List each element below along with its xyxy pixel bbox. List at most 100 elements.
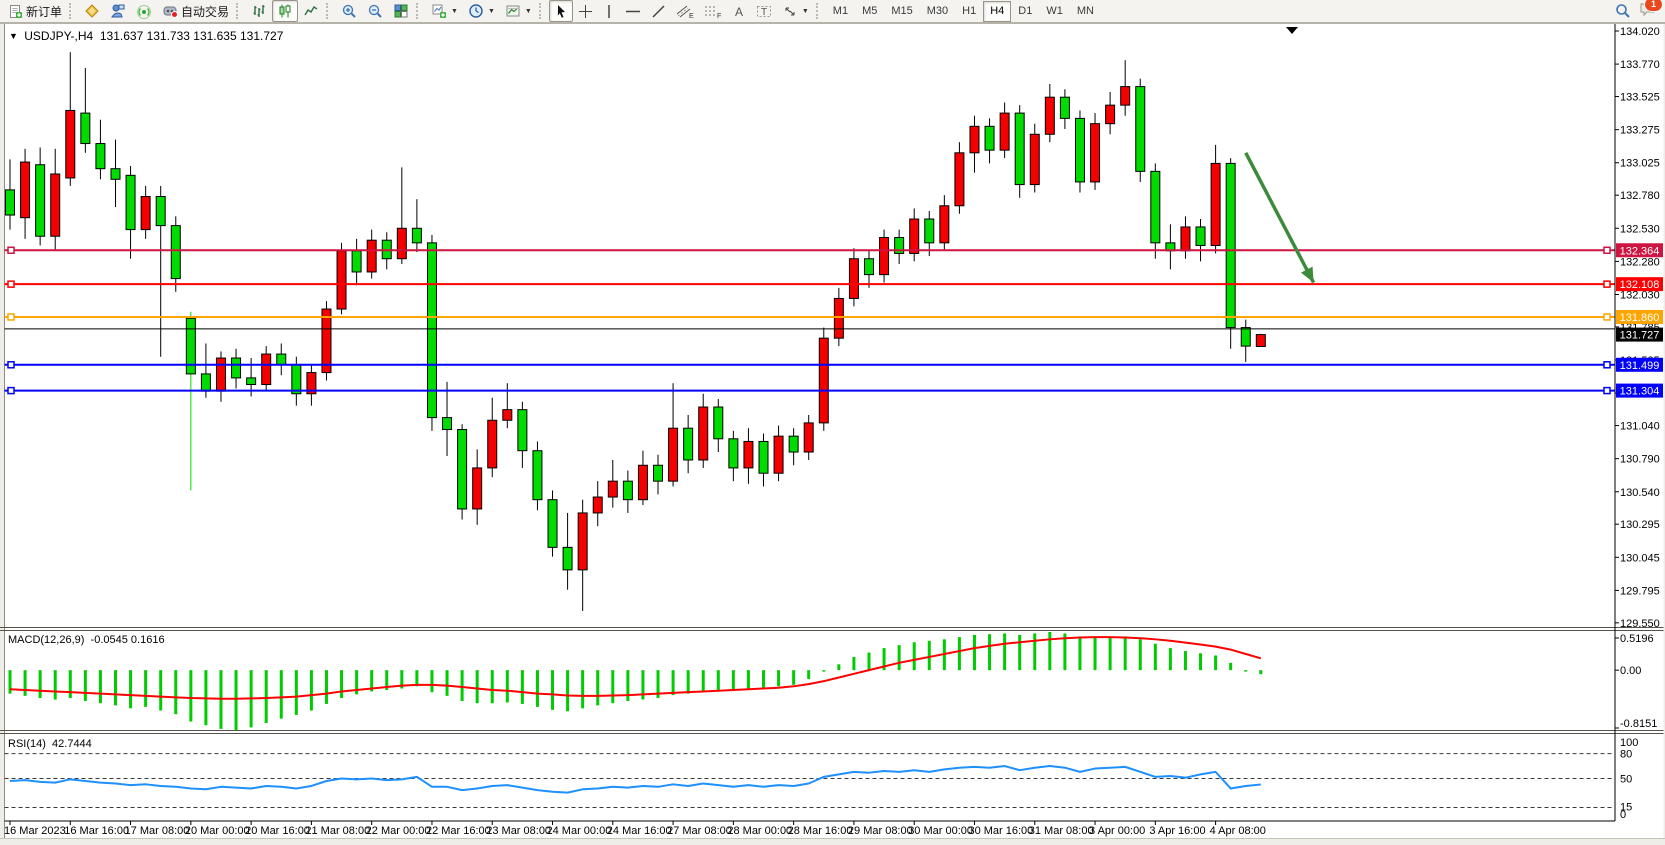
macd-header: MACD(12,26,9) -0.0545 0.1616 [8, 634, 165, 646]
chart-canvas[interactable]: 134.020133.770133.525133.275133.025132.7… [0, 0, 1665, 845]
arrows-tool-button[interactable]: ▼ [777, 0, 814, 22]
svg-text:133.770: 133.770 [1620, 59, 1660, 71]
tab-timeframe-d1[interactable]: D1 [1011, 1, 1039, 22]
tab-timeframe-m30[interactable]: M30 [920, 1, 955, 22]
vertical-line-tool-button[interactable] [598, 0, 620, 22]
bar-chart-type-button[interactable] [246, 0, 272, 22]
svg-text:4 Apr 08:00: 4 Apr 08:00 [1210, 825, 1266, 837]
line-chart-type-button[interactable] [298, 0, 324, 22]
svg-text:T: T [761, 7, 767, 18]
add-indicator-button[interactable]: ▼ [426, 0, 463, 22]
svg-text:130.295: 130.295 [1620, 519, 1660, 531]
notifications-button[interactable]: 1 [1639, 1, 1656, 22]
zoom-in-button[interactable] [336, 0, 362, 22]
symbol-ohlc: 131.637 131.733 131.635 131.727 [100, 29, 284, 43]
market-watch-button[interactable] [79, 0, 105, 22]
new-order-icon [8, 4, 23, 19]
search-icon[interactable] [1615, 3, 1631, 19]
tab-timeframe-mn[interactable]: MN [1070, 1, 1101, 22]
clock-icon [468, 3, 484, 19]
svg-text:0.00: 0.00 [1620, 665, 1641, 677]
gold-ingot-icon [84, 3, 100, 19]
crosshair-tool-button[interactable] [573, 0, 598, 22]
data-window-button[interactable] [105, 0, 131, 22]
crosshair-icon [578, 4, 593, 19]
autotrading-icon [162, 3, 178, 19]
rsi-label: RSI(14) [8, 738, 46, 750]
tab-timeframe-w1[interactable]: W1 [1039, 1, 1070, 22]
svg-text:0: 0 [1620, 809, 1626, 821]
cursor-tool-button[interactable] [549, 0, 573, 22]
new-order-button[interactable]: 新订单 [3, 0, 67, 22]
navigator-button[interactable] [131, 0, 157, 22]
templates-button[interactable]: ▼ [500, 0, 537, 22]
arrow-objects-icon [782, 4, 798, 19]
text-icon: A [732, 4, 746, 19]
zoom-out-button[interactable] [362, 0, 388, 22]
toolbar-grip [816, 3, 822, 19]
svg-text:22 Mar 00:00: 22 Mar 00:00 [366, 825, 431, 837]
svg-text:130.790: 130.790 [1620, 454, 1660, 466]
svg-text:132.530: 132.530 [1620, 223, 1660, 235]
zoom-out-icon [367, 3, 383, 19]
trendline-icon [651, 4, 666, 19]
tile-windows-button[interactable] [388, 0, 414, 22]
autotrading-button[interactable]: 自动交易 [157, 0, 234, 22]
svg-text:133.525: 133.525 [1620, 92, 1660, 104]
tab-timeframe-m1[interactable]: M1 [826, 1, 855, 22]
svg-text:23 Mar 08:00: 23 Mar 08:00 [486, 825, 551, 837]
svg-text:-0.8151: -0.8151 [1620, 718, 1657, 730]
svg-text:24 Mar 16:00: 24 Mar 16:00 [607, 825, 672, 837]
svg-text:131.040: 131.040 [1620, 421, 1660, 433]
svg-text:129.795: 129.795 [1620, 585, 1660, 597]
horizontal-line-tool-button[interactable] [620, 0, 646, 22]
text-label-icon: T [756, 4, 772, 19]
candlestick-chart-type-button[interactable] [272, 0, 298, 22]
zoom-in-icon [341, 3, 357, 19]
macd-label: MACD(12,26,9) [8, 634, 84, 646]
toolbar-grip [69, 3, 75, 19]
svg-text:30 Mar 00:00: 30 Mar 00:00 [908, 825, 973, 837]
svg-text:132.780: 132.780 [1620, 190, 1660, 202]
svg-text:20 Mar 16:00: 20 Mar 16:00 [245, 825, 310, 837]
text-label-tool-button[interactable]: T [751, 0, 777, 22]
periods-button[interactable]: ▼ [463, 0, 500, 22]
collapse-triangle-icon[interactable]: ▼ [9, 31, 18, 41]
svg-text:50: 50 [1620, 774, 1632, 786]
svg-text:131.860: 131.860 [1620, 312, 1660, 324]
svg-text:17 Mar 08:00: 17 Mar 08:00 [125, 825, 190, 837]
fibonacci-tool-button[interactable]: F [699, 0, 727, 22]
trendline-tool-button[interactable] [646, 0, 671, 22]
tile-windows-icon [393, 3, 409, 19]
svg-text:28 Mar 00:00: 28 Mar 00:00 [727, 825, 792, 837]
tab-timeframe-h4[interactable]: H4 [983, 1, 1011, 22]
svg-text:131.499: 131.499 [1620, 360, 1660, 372]
svg-text:131.304: 131.304 [1620, 386, 1660, 398]
svg-text:30 Mar 16:00: 30 Mar 16:00 [968, 825, 1033, 837]
svg-text:0.5196: 0.5196 [1620, 633, 1654, 645]
svg-text:3 Apr 00:00: 3 Apr 00:00 [1089, 825, 1145, 837]
vertical-line-icon [603, 4, 615, 19]
svg-text:130.540: 130.540 [1620, 487, 1660, 499]
svg-text:22 Mar 16:00: 22 Mar 16:00 [426, 825, 491, 837]
tab-timeframe-m15[interactable]: M15 [884, 1, 919, 22]
symbol-header: ▼ USDJPY-,H4 131.637 131.733 131.635 131… [9, 29, 283, 43]
chevron-down-icon: ▼ [525, 8, 532, 15]
svg-text:20 Mar 00:00: 20 Mar 00:00 [185, 825, 250, 837]
equidistant-channel-icon: E [676, 4, 694, 19]
notification-badge: 1 [1644, 0, 1663, 12]
svg-text:24 Mar 00:00: 24 Mar 00:00 [547, 825, 612, 837]
tab-timeframe-h1[interactable]: H1 [955, 1, 983, 22]
text-tool-button[interactable]: A [727, 0, 751, 22]
toolbar-grip [326, 3, 332, 19]
svg-text:16 Mar 2023: 16 Mar 2023 [4, 825, 66, 837]
svg-text:31 Mar 08:00: 31 Mar 08:00 [1029, 825, 1094, 837]
svg-text:80: 80 [1620, 749, 1632, 761]
chevron-down-icon: ▼ [488, 8, 495, 15]
toolbar: 新订单 自动交易 ▼ ▼ ▼ [0, 0, 1665, 23]
svg-text:3 Apr 16:00: 3 Apr 16:00 [1149, 825, 1205, 837]
chevron-down-icon: ▼ [802, 8, 809, 15]
svg-text:E: E [689, 13, 694, 19]
tab-timeframe-m5[interactable]: M5 [855, 1, 884, 22]
channel-tool-button[interactable]: E [671, 0, 699, 22]
